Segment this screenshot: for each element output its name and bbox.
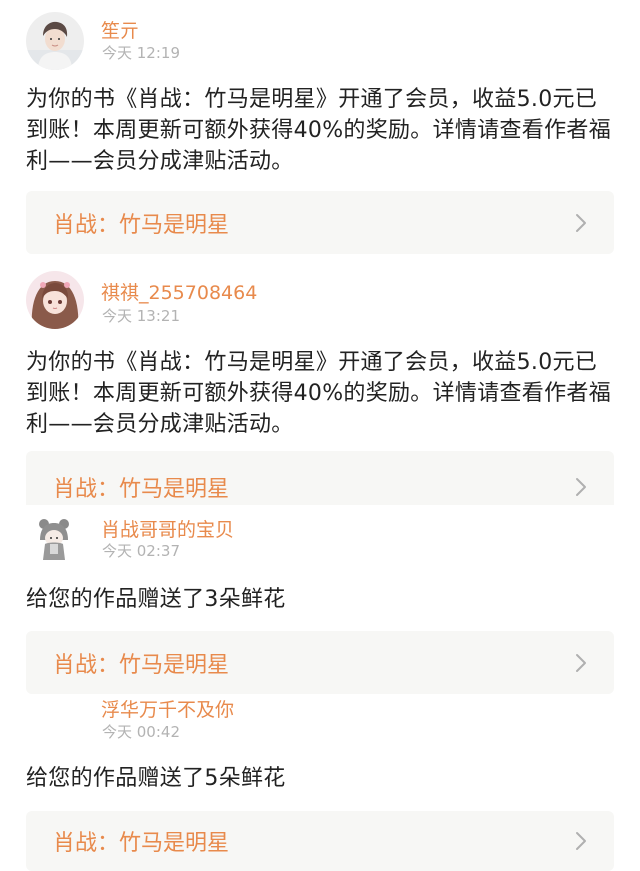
book-title: 肖战：竹马是明星 [53,652,230,678]
notification-text: 给您的作品赠送了5朵鲜花 [26,766,286,791]
book-link-card[interactable]: 肖战：竹马是明星 [26,191,614,254]
sender-name[interactable]: 浮华万千不及你 [101,695,234,722]
book-title: 肖战：竹马是明星 [53,477,230,502]
timestamp: 今天 02:37 [102,542,180,560]
notification-item: 祺祺_255708464 今天 13:21 为你的书《肖战：竹马是明星》开通了会… [0,260,640,510]
book-link-card[interactable]: 肖战：竹马是明星 [26,631,614,694]
avatar[interactable] [26,12,84,70]
anime-girl-portrait-icon [26,271,84,329]
sender-name[interactable]: 祺祺_255708464 [101,278,257,305]
sender-name[interactable]: 笙亓 [101,16,139,43]
notification-item: 浮华万千不及你 今天 00:42 给您的作品赠送了5朵鲜花 肖战：竹马是明星 [0,690,640,871]
timestamp: 今天 00:42 [102,723,180,741]
sender-name[interactable]: 肖战哥哥的宝贝 [101,515,234,542]
avatar[interactable] [30,514,78,562]
cartoon-bear-hoodie-icon [30,514,78,562]
book-link-card[interactable]: 肖战：竹马是明星 [26,451,614,505]
timestamp: 今天 13:21 [102,307,180,325]
notification-text: 为你的书《肖战：竹马是明星》开通了会员，收益5.0元已到账！本周更新可额外获得4… [26,87,611,174]
chevron-right-icon [576,832,586,850]
notification-text: 给您的作品赠送了3朵鲜花 [26,587,286,612]
book-link-card[interactable]: 肖战：竹马是明星 [26,811,614,871]
book-title: 肖战：竹马是明星 [53,831,230,856]
boy-portrait-icon [26,12,84,70]
notification-item: 肖战哥哥的宝贝 今天 02:37 给您的作品赠送了3朵鲜花 肖战：竹马是明星 [0,505,640,695]
chevron-right-icon [576,653,586,672]
chevron-right-icon [576,478,586,496]
chevron-right-icon [576,213,586,232]
notification-item: 笙亓 今天 12:19 为你的书《肖战：竹马是明星》开通了会员，收益5.0元已到… [0,0,640,260]
avatar[interactable] [26,271,84,329]
timestamp: 今天 12:19 [102,44,180,62]
notification-text: 为你的书《肖战：竹马是明星》开通了会员，收益5.0元已到账！本周更新可额外获得4… [26,350,611,437]
book-title: 肖战：竹马是明星 [53,212,230,238]
